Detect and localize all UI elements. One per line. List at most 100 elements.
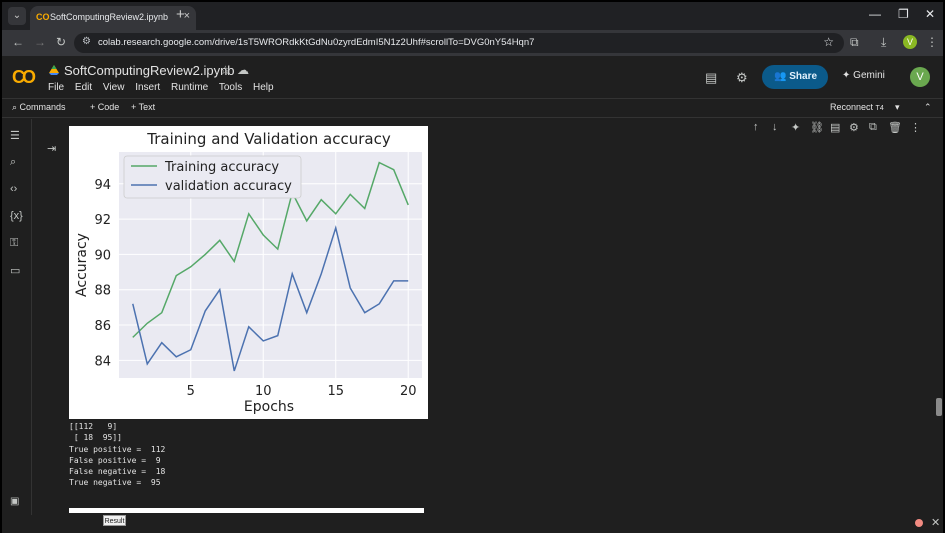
output-line: [ 18 95]] <box>69 433 122 443</box>
y-tick-label: 86 <box>94 319 111 334</box>
url-text: colab.research.google.com/drive/1sT5WROR… <box>98 37 535 48</box>
plot-output: 5 10 15 20 84 86 88 90 92 94 Training and Validat… <box>69 126 428 419</box>
x-tick-label: 15 <box>327 384 344 399</box>
site-info-icon[interactable]: ⚙ <box>82 36 91 47</box>
y-tick-label: 94 <box>94 178 111 193</box>
navigation-bar: ← → ↻ ⚙ colab.research.google.com/drive/… <box>2 30 943 56</box>
y-tick-label: 92 <box>94 213 111 228</box>
gemini-cell-icon[interactable]: ✦ <box>791 121 800 134</box>
link-cell-icon[interactable]: ⛓ <box>810 121 824 134</box>
search-icon: ⌕ <box>12 102 20 112</box>
notebook-toolbar: ⌕ Commands + Code + Text Reconnect T4 ▾ … <box>2 98 943 118</box>
y-tick-label: 90 <box>94 248 111 263</box>
cloud-sync-icon[interactable]: ☁ <box>237 63 249 77</box>
minimize-icon[interactable]: — <box>869 7 881 21</box>
output-line: False positive = 9 <box>69 455 161 465</box>
menu-runtime[interactable]: Runtime <box>171 82 208 93</box>
forward-icon[interactable]: → <box>34 35 46 49</box>
cell-text-output: [[112 9] [ 18 95]] True positive = 112 Fal… <box>69 421 165 489</box>
table-of-contents-icon[interactable]: ☰ <box>10 129 20 142</box>
gemini-button[interactable]: ✦ Gemini <box>842 70 885 81</box>
share-label: Share <box>789 71 818 82</box>
y-tick-label: 88 <box>94 284 111 299</box>
tab-title: SoftComputingReview2.ipynb <box>50 12 169 22</box>
files-folder-icon[interactable]: ▭ <box>10 264 20 277</box>
variables-icon[interactable]: {x} <box>10 210 23 222</box>
x-axis-label: Epochs <box>244 399 294 415</box>
find-replace-icon[interactable]: ⌕ <box>10 156 16 169</box>
menu-tools[interactable]: Tools <box>219 82 242 93</box>
colab-favicon-icon: CO <box>36 12 50 22</box>
y-axis-label: Accuracy <box>74 233 90 297</box>
tab-bar: ⌄ CO SoftComputingReview2.ipynb × + — ❐ … <box>2 2 943 30</box>
x-tick-label: 5 <box>187 384 195 399</box>
output-line: [[112 9] <box>69 422 118 431</box>
close-window-icon[interactable]: ✕ <box>925 7 935 21</box>
comment-cell-icon[interactable]: ▤ <box>830 121 840 134</box>
output-line: True negative = 95 <box>69 478 161 488</box>
cell-toolbar: ↑ ↓ ✦ ⛓ ▤ ⚙ ⧉ 🗑 ⋮ <box>747 120 929 138</box>
browser-menu-icon[interactable]: ⋮ <box>926 35 938 49</box>
maximize-icon[interactable]: ❐ <box>898 7 909 21</box>
comments-icon[interactable]: ▤ <box>705 70 717 86</box>
new-tab-icon[interactable]: + <box>176 6 185 23</box>
output-line: True positive = 112 <box>69 444 166 454</box>
terminal-icon[interactable]: ▣ <box>10 496 19 507</box>
move-cell-up-icon[interactable]: ↑ <box>753 121 759 133</box>
account-avatar[interactable]: V <box>910 67 930 87</box>
menu-edit[interactable]: Edit <box>75 82 92 93</box>
x-tick-label: 20 <box>400 384 417 399</box>
menu-file[interactable]: File <box>48 82 64 93</box>
runtime-dropdown-icon[interactable]: ▾ <box>895 102 900 113</box>
share-button[interactable]: 👥 Share <box>762 65 828 89</box>
close-status-icon[interactable]: ✕ <box>931 516 940 529</box>
commands-label: Commands <box>19 102 66 112</box>
menu-help[interactable]: Help <box>253 82 274 93</box>
chart-legend: Training accuracy validation accuracy <box>123 155 302 199</box>
profile-avatar[interactable]: V <box>903 35 917 49</box>
menu-bar: File Edit View Insert Runtime Tools Help <box>48 82 282 93</box>
cell-more-icon[interactable]: ⋮ <box>910 121 921 134</box>
move-cell-down-icon[interactable]: ↓ <box>772 121 778 133</box>
y-tick-label: 84 <box>94 354 111 369</box>
notebook-title[interactable]: SoftComputingReview2.ipynb <box>64 63 235 78</box>
tab-search-icon[interactable]: ⌄ <box>8 7 26 25</box>
side-rail: ☰ ⌕ ‹› {x} ⚿ ▭ <box>2 119 32 515</box>
menu-insert[interactable]: Insert <box>135 82 160 93</box>
output-actions-icon[interactable]: ⇥ <box>47 142 56 155</box>
output-line: False negative = 18 <box>69 467 166 477</box>
browser-window: ⌄ CO SoftComputingReview2.ipynb × + — ❐ … <box>0 0 945 533</box>
extensions-icon[interactable]: ⧉ <box>850 35 859 50</box>
reload-icon[interactable]: ↻ <box>56 35 66 49</box>
secrets-key-icon[interactable]: ⚿ <box>10 237 18 250</box>
star-notebook-icon[interactable]: ☆ <box>220 63 231 77</box>
google-drive-icon <box>49 65 59 75</box>
delete-cell-icon[interactable]: 🗑 <box>888 121 902 134</box>
code-snippets-icon[interactable]: ‹› <box>10 183 17 195</box>
mirror-cell-icon[interactable]: ⧉ <box>869 121 877 134</box>
add-code-button[interactable]: + Code <box>90 102 119 112</box>
colab-logo[interactable]: CO <box>12 67 36 88</box>
bookmark-star-icon[interactable]: ☆ <box>823 35 834 49</box>
browser-tab[interactable]: CO SoftComputingReview2.ipynb × <box>30 6 196 30</box>
runtime-badge: T4 <box>875 105 884 112</box>
collapse-toolbar-icon[interactable]: ⌃ <box>924 102 932 113</box>
cell-settings-icon[interactable]: ⚙ <box>849 121 859 134</box>
settings-gear-icon[interactable]: ⚙ <box>736 70 748 86</box>
reconnect-button[interactable]: Reconnect T4 <box>830 102 884 112</box>
result-tooltip: Result <box>103 515 126 526</box>
menu-view[interactable]: View <box>103 82 125 93</box>
chart-title: Training and Validation accuracy <box>146 130 391 148</box>
commands-button[interactable]: ⌕ Commands <box>12 102 66 113</box>
download-icon[interactable]: ⤓ <box>881 35 886 50</box>
gemini-sparkle-icon: ✦ <box>842 70 854 81</box>
legend-label-training: Training accuracy <box>164 160 279 175</box>
back-icon[interactable]: ← <box>12 35 24 49</box>
notebook-scrollbar[interactable] <box>936 398 942 416</box>
add-text-button[interactable]: + Text <box>131 102 155 112</box>
status-indicator <box>915 519 923 527</box>
legend-label-validation: validation accuracy <box>165 179 292 194</box>
address-bar[interactable]: ⚙ colab.research.google.com/drive/1sT5WR… <box>74 33 844 53</box>
share-people-icon: 👥 <box>774 71 790 82</box>
reconnect-label: Reconnect <box>830 102 874 112</box>
